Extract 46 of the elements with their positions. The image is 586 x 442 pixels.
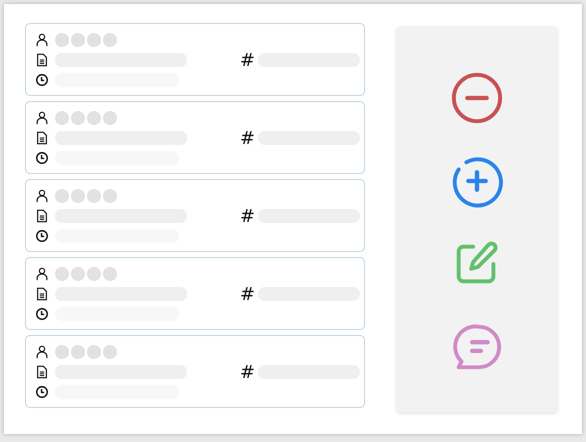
skeleton-dot bbox=[55, 111, 69, 125]
skeleton-dot bbox=[87, 267, 101, 281]
hash-label: # bbox=[240, 362, 255, 382]
clock-icon bbox=[35, 150, 49, 166]
hash-label: # bbox=[240, 284, 255, 304]
skeleton-dot bbox=[71, 267, 85, 281]
skeleton-dot bbox=[71, 189, 85, 203]
document-icon bbox=[35, 130, 49, 146]
hash-label: # bbox=[240, 206, 255, 226]
clock-icon bbox=[35, 306, 49, 322]
skeleton-dot bbox=[103, 33, 117, 47]
skeleton-dot bbox=[55, 189, 69, 203]
skeleton-dot bbox=[103, 111, 117, 125]
skeleton-dot bbox=[103, 345, 117, 359]
document-icon bbox=[35, 286, 49, 302]
person-icon bbox=[35, 266, 49, 282]
record-card[interactable]: # bbox=[25, 257, 365, 330]
skeleton-dot bbox=[55, 33, 69, 47]
skeleton-dot bbox=[103, 189, 117, 203]
clock-icon bbox=[35, 384, 49, 400]
clock-icon bbox=[35, 228, 49, 244]
skeleton-dot bbox=[55, 267, 69, 281]
person-icon bbox=[35, 344, 49, 360]
skeleton-dot bbox=[87, 33, 101, 47]
person-icon bbox=[35, 110, 49, 126]
skeleton-dot bbox=[103, 267, 117, 281]
hash-label: # bbox=[240, 50, 255, 70]
skeleton-dot bbox=[71, 111, 85, 125]
skeleton-dot bbox=[87, 111, 101, 125]
remove-icon[interactable] bbox=[450, 71, 504, 126]
record-card[interactable]: # bbox=[25, 23, 365, 96]
person-icon bbox=[35, 188, 49, 204]
hash-label: # bbox=[240, 128, 255, 148]
skeleton-dot bbox=[71, 33, 85, 47]
skeleton-dot bbox=[87, 345, 101, 359]
person-icon bbox=[35, 32, 49, 48]
record-card[interactable]: # bbox=[25, 101, 365, 174]
document-icon bbox=[35, 364, 49, 380]
clock-icon bbox=[35, 72, 49, 88]
record-card[interactable]: # bbox=[25, 179, 365, 252]
skeleton-dot bbox=[71, 345, 85, 359]
record-card[interactable]: # bbox=[25, 335, 365, 408]
skeleton-dot bbox=[87, 189, 101, 203]
document-icon bbox=[35, 208, 49, 224]
skeleton-dot bbox=[55, 345, 69, 359]
document-icon bbox=[35, 52, 49, 68]
